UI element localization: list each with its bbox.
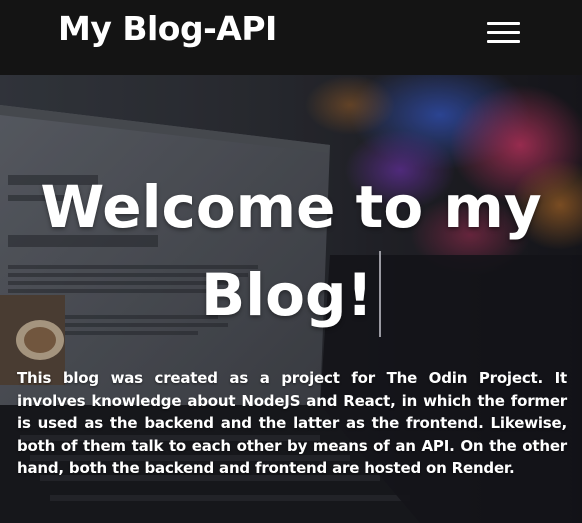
navbar: My Blog-API — [0, 0, 582, 75]
hero-title-line-2-wrap: Blog! — [0, 251, 582, 339]
hamburger-menu-icon[interactable] — [484, 18, 522, 48]
hero-title-line-2: Blog! — [201, 261, 373, 329]
text-cursor — [378, 251, 381, 337]
hero-title-line-1: Welcome to my — [40, 173, 542, 241]
hero-section: Welcome to my Blog! This blog was create… — [0, 75, 582, 523]
hero-description: This blog was created as a project for T… — [17, 369, 567, 477]
menu-bar-bottom — [487, 40, 520, 43]
hero-title: Welcome to my Blog! — [0, 163, 582, 339]
menu-bar-top — [487, 22, 520, 25]
menu-bar-middle — [487, 31, 520, 34]
site-brand[interactable]: My Blog-API — [58, 8, 277, 50]
